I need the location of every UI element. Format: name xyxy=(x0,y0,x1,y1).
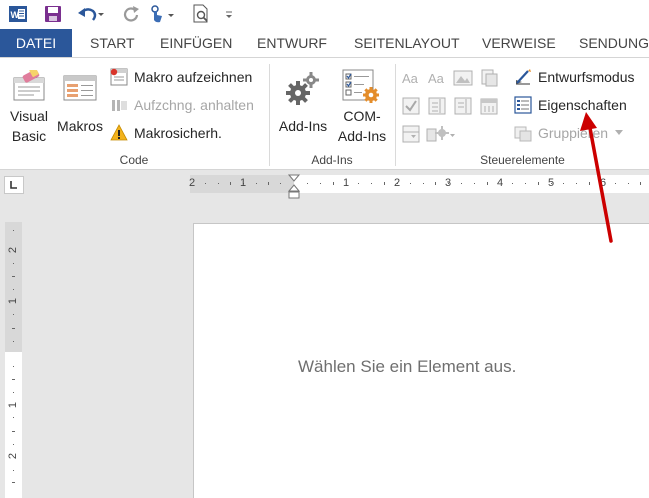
ruler-label: 3 xyxy=(445,177,452,189)
ruler-label: 1 xyxy=(7,401,20,409)
ruler-label: 1 xyxy=(7,297,20,305)
indent-marker[interactable] xyxy=(288,174,300,200)
tab-selector[interactable] xyxy=(4,176,24,194)
combo-box-control-icon[interactable] xyxy=(427,96,447,116)
tab-start[interactable]: START xyxy=(90,29,135,57)
com-addins-label-2: Add-Ins xyxy=(337,128,387,144)
ribbon-panel: Visual Basic Makros Makro aufzeichnen Au… xyxy=(0,57,649,170)
word-window: W DATEI START EINFÜGEN ENTWURF SEITENLAY… xyxy=(0,0,649,498)
gears-icon xyxy=(286,72,319,105)
visual-basic-icon xyxy=(13,70,45,101)
com-addins-icon xyxy=(342,69,379,103)
ruler-label: 1 xyxy=(240,177,247,189)
tab-verweise[interactable]: VERWEISE xyxy=(482,29,556,57)
ruler-label: 5 xyxy=(548,177,555,189)
makros-label: Makros xyxy=(57,118,103,134)
empty-selection-placeholder: Wählen Sie ein Element aus. xyxy=(298,357,517,376)
design-mode-label: Entwurfsmodus xyxy=(538,69,635,85)
plain-text-control-icon[interactable]: Aa xyxy=(427,68,447,88)
ruler-label: 6 xyxy=(600,177,607,189)
save-icon[interactable] xyxy=(42,3,64,25)
addins-label: Add-Ins xyxy=(278,118,328,134)
ruler-label: 1 xyxy=(343,177,350,189)
ruler-label: 2 xyxy=(7,452,20,460)
chevron-down-icon xyxy=(615,130,623,135)
ruler-label: 4 xyxy=(497,177,504,189)
com-addins-label-1: COM- xyxy=(343,108,381,124)
rich-text-control-icon[interactable]: Aa xyxy=(401,68,421,88)
macros-icon xyxy=(63,75,97,101)
redo-icon[interactable] xyxy=(121,3,141,25)
svg-text:Aa: Aa xyxy=(428,71,445,86)
group-separator xyxy=(395,64,396,166)
group-label-controls: Steuerelemente xyxy=(480,153,565,167)
design-mode-icon xyxy=(516,69,531,85)
warning-icon xyxy=(110,124,128,141)
tab-sendungen[interactable]: SENDUNG xyxy=(579,29,649,57)
svg-text:W: W xyxy=(11,10,20,20)
print-preview-icon[interactable] xyxy=(190,3,212,25)
vertical-ruler[interactable]: 2 1 1 2 xyxy=(5,222,22,498)
left-tab-icon xyxy=(10,181,17,189)
group-label: Gruppieren xyxy=(538,125,609,141)
group-label-addins: Add-Ins xyxy=(311,153,353,167)
com-addins-button[interactable]: COM- Add-Ins xyxy=(332,66,392,150)
undo-icon[interactable] xyxy=(76,3,106,25)
date-picker-control-icon[interactable] xyxy=(479,96,499,116)
record-macro-label: Makro aufzeichnen xyxy=(134,69,253,85)
ruler-label: 2 xyxy=(7,246,20,254)
checkbox-control-icon[interactable] xyxy=(401,96,421,116)
properties-label: Eigenschaften xyxy=(538,97,627,113)
dropdown-list-control-icon[interactable] xyxy=(453,96,473,116)
macro-security-label: Makrosicherh. xyxy=(134,125,222,141)
picture-control-icon[interactable] xyxy=(453,68,473,88)
tab-entwurf[interactable]: ENTWURF xyxy=(257,29,327,57)
tab-einfuegen[interactable]: EINFÜGEN xyxy=(160,29,232,57)
tab-datei[interactable]: DATEI xyxy=(0,29,72,57)
quick-access-toolbar: W xyxy=(0,0,649,29)
legacy-tools-icon[interactable] xyxy=(426,124,456,144)
ruler-label: 2 xyxy=(394,177,401,189)
word-icon[interactable]: W xyxy=(6,3,30,25)
visual-basic-label-2: Basic xyxy=(11,128,47,144)
document-page[interactable]: Wählen Sie ein Element aus. xyxy=(193,223,649,498)
group-icon xyxy=(514,126,532,142)
tab-seitenlayout[interactable]: SEITENLAYOUT xyxy=(354,29,460,57)
group-label-code: Code xyxy=(119,153,149,167)
pause-icon xyxy=(112,100,127,111)
group-separator xyxy=(269,64,270,166)
properties-icon xyxy=(514,96,532,114)
ruler-label: 2 xyxy=(189,177,196,189)
customize-qat-icon[interactable] xyxy=(222,3,236,25)
svg-text:Aa: Aa xyxy=(402,71,419,86)
touch-mode-icon[interactable] xyxy=(146,3,178,25)
addins-button[interactable]: Add-Ins xyxy=(275,66,331,150)
record-macro-icon xyxy=(110,68,128,86)
makros-button[interactable]: Makros xyxy=(54,66,106,150)
ribbon-tabs: DATEI START EINFÜGEN ENTWURF SEITENLAYOU… xyxy=(0,29,649,57)
visual-basic-button[interactable]: Visual Basic xyxy=(6,66,52,150)
building-block-control-icon[interactable] xyxy=(479,68,499,88)
repeating-section-control-icon[interactable] xyxy=(401,124,421,144)
visual-basic-label-1: Visual xyxy=(10,108,48,124)
horizontal-ruler[interactable]: 2 1 1 2 3 4 5 6 xyxy=(189,174,649,199)
pause-recording-label: Aufzchng. anhalten xyxy=(134,97,254,113)
ruler-ticks xyxy=(205,182,641,185)
